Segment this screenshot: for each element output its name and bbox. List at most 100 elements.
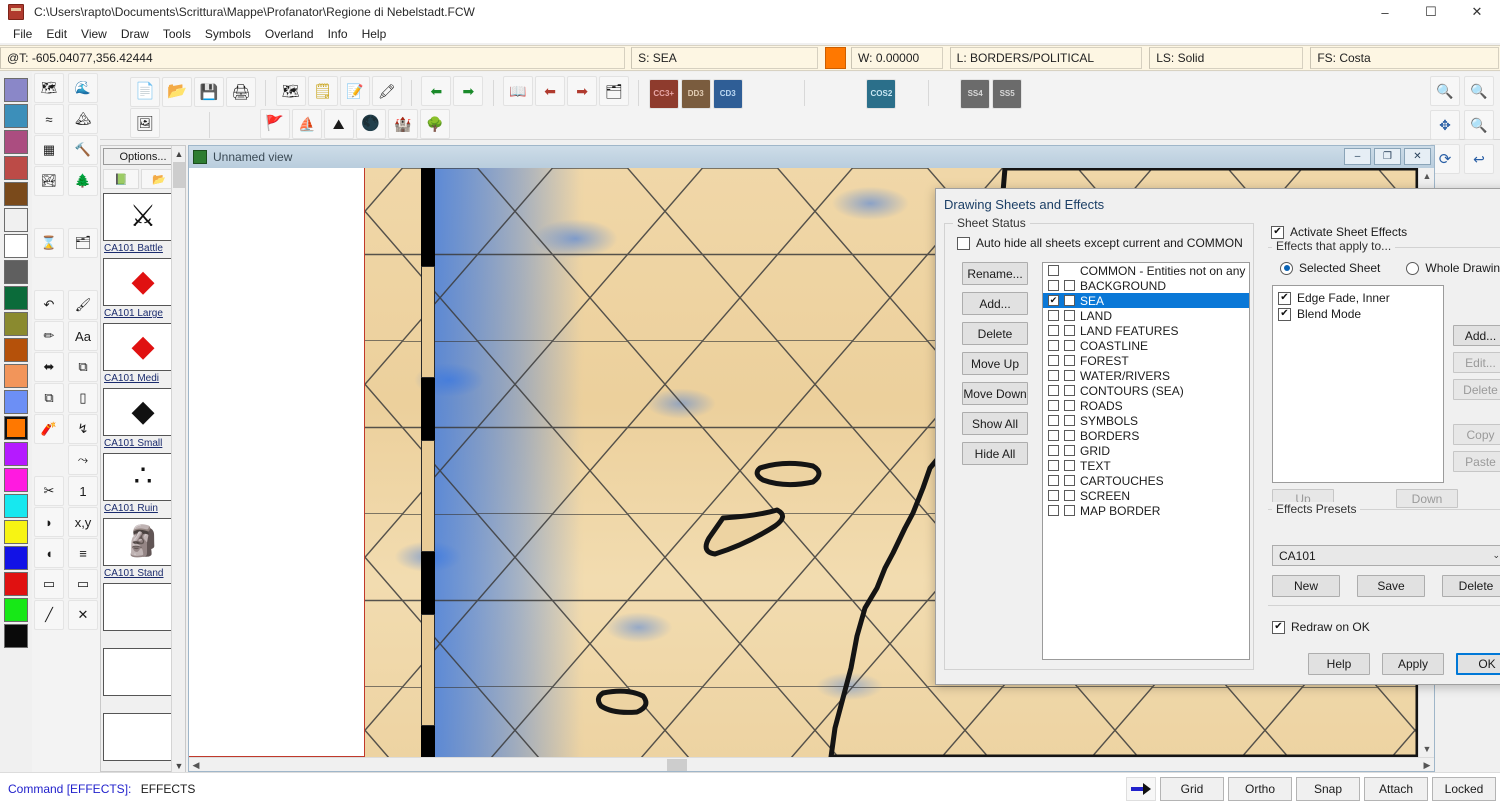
undo-icon[interactable]: ↶ (34, 290, 64, 320)
sheet-lock-checkbox-12[interactable] (1064, 445, 1075, 456)
effect-checkbox-0[interactable]: ✔ (1278, 291, 1291, 305)
sheet-row-6[interactable]: FOREST (1043, 353, 1249, 368)
color-swatch-21[interactable] (4, 624, 28, 648)
catalog-scroll-up-icon[interactable]: ▲ (172, 146, 186, 161)
ortho-toggle-button[interactable]: Ortho (1228, 777, 1292, 801)
catalog-open-icon[interactable]: 📖 (503, 76, 534, 106)
effect-row-1[interactable]: ✔ Blend Mode (1273, 306, 1443, 322)
fill-style-field[interactable]: FS: Costa (1310, 47, 1499, 69)
color-swatch-2[interactable] (4, 130, 28, 154)
map-settings-icon[interactable]: 🗺 (275, 76, 306, 106)
color-swatch-9[interactable] (4, 312, 28, 336)
box-icon[interactable]: ▭ (34, 569, 64, 599)
flag-symbol-icon[interactable]: 🚩 (259, 108, 290, 139)
preset-new-button[interactable]: New (1272, 575, 1340, 597)
sheet-row-1[interactable]: BACKGROUND (1043, 278, 1249, 293)
selected-sheet-radio[interactable] (1280, 261, 1293, 275)
whole-drawing-radio[interactable] (1406, 261, 1420, 275)
catalog-next-icon[interactable]: ➡ (567, 76, 598, 106)
sheet-hide-checkbox-11[interactable] (1048, 430, 1059, 441)
effect-delete-button[interactable]: Delete (1453, 379, 1500, 400)
sheet-row-16[interactable]: MAP BORDER (1043, 503, 1249, 518)
menu-item-view[interactable]: View (74, 25, 114, 43)
break-icon[interactable]: ◖ (34, 538, 64, 568)
sheet-hide-checkbox-2[interactable]: ✔ (1048, 295, 1059, 306)
map-view-restore-button[interactable]: ❐ (1374, 148, 1401, 165)
sheet-row-8[interactable]: CONTOURS (SEA) (1043, 383, 1249, 398)
sheet-lock-checkbox-1[interactable] (1064, 280, 1075, 291)
sheet-hide-checkbox-13[interactable] (1048, 460, 1059, 471)
redraw-on-ok-row[interactable]: ✔ Redraw on OK (1272, 620, 1370, 634)
sheet-lock-checkbox-8[interactable] (1064, 385, 1075, 396)
sheet-lock-checkbox-4[interactable] (1064, 325, 1075, 336)
sheet-row-9[interactable]: ROADS (1043, 398, 1249, 413)
map-view-close-button[interactable]: ✕ (1404, 148, 1431, 165)
sheet-move-down-button[interactable]: Move Down (962, 382, 1028, 405)
color-swatch-10[interactable] (4, 338, 28, 362)
fillet-icon[interactable]: ◗ (34, 507, 64, 537)
menu-item-draw[interactable]: Draw (114, 25, 156, 43)
print-icon[interactable]: 🖨 (226, 77, 256, 107)
menu-item-symbols[interactable]: Symbols (198, 25, 258, 43)
sheet-lock-checkbox-14[interactable] (1064, 475, 1075, 486)
command-line[interactable]: Command [EFFECTS]: EFFECTS (0, 782, 195, 796)
activate-effects-row[interactable]: ✔ Activate Sheet Effects (1271, 225, 1407, 239)
effects-preset-combo[interactable]: CA101 ⌄ (1272, 545, 1500, 566)
text-tool-icon[interactable]: 📝 (339, 76, 370, 106)
zoom-extents-icon[interactable]: ✥ (1430, 110, 1460, 140)
color-swatch-17[interactable] (4, 520, 28, 544)
map-view-minimize-button[interactable]: – (1344, 148, 1371, 165)
sheet-lock-checkbox-5[interactable] (1064, 340, 1075, 351)
menu-item-edit[interactable]: Edit (39, 25, 74, 43)
sheet-lock-checkbox-13[interactable] (1064, 460, 1075, 471)
scale-icon[interactable]: ▯ (68, 383, 98, 413)
color-swatch-19[interactable] (4, 572, 28, 596)
redraw-on-ok-checkbox[interactable]: ✔ (1272, 620, 1285, 634)
coords-icon[interactable]: x,y (68, 507, 98, 537)
minimize-button[interactable]: – (1362, 0, 1408, 24)
sheet-hide-checkbox-5[interactable] (1048, 340, 1059, 351)
notes-icon[interactable]: 🗒 (307, 76, 338, 106)
preset-save-button[interactable]: Save (1357, 575, 1425, 597)
landscape-icon[interactable]: 🏔 (68, 104, 98, 134)
tree-symbol-icon[interactable]: 🌳 (419, 108, 450, 139)
sheet-hide-all-button[interactable]: Hide All (962, 442, 1028, 465)
sheet-hide-checkbox-7[interactable] (1048, 370, 1059, 381)
sheet-lock-checkbox-6[interactable] (1064, 355, 1075, 366)
color-swatch-3[interactable] (4, 156, 28, 180)
sheet-lock-checkbox-15[interactable] (1064, 490, 1075, 501)
color-swatch-15[interactable] (4, 468, 28, 492)
zoom-previous-icon[interactable]: ↩ (1464, 144, 1494, 174)
menu-item-help[interactable]: Help (355, 25, 394, 43)
sheet-hide-checkbox-14[interactable] (1048, 475, 1059, 486)
sheet-hide-checkbox-6[interactable] (1048, 355, 1059, 366)
preset-delete-button[interactable]: Delete (1442, 575, 1500, 597)
sheet-hide-checkbox-8[interactable] (1048, 385, 1059, 396)
color-swatch-20[interactable] (4, 598, 28, 622)
history-search-icon[interactable]: ⌛ (34, 228, 64, 258)
ship-symbol-icon[interactable]: ⛵ (291, 108, 322, 139)
color-swatch-12[interactable] (4, 390, 28, 414)
sheet-list[interactable]: COMMON - Entities not on any sh BACKGROUN… (1042, 262, 1250, 660)
effect-paste-button[interactable]: Paste (1453, 451, 1500, 472)
sheet-row-3[interactable]: LAND (1043, 308, 1249, 323)
color-swatch-8[interactable] (4, 286, 28, 310)
dd3-icon[interactable]: DD3 (680, 79, 711, 109)
map-scroll-down-icon[interactable]: ▼ (1419, 741, 1434, 757)
sheet-row-13[interactable]: TEXT (1043, 458, 1249, 473)
effect-copy-button[interactable]: Copy (1453, 424, 1500, 445)
sheet-row-14[interactable]: CARTOUCHES (1043, 473, 1249, 488)
color-swatch-13[interactable] (4, 416, 28, 440)
sheet-row-5[interactable]: COASTLINE (1043, 338, 1249, 353)
menu-item-file[interactable]: File (6, 25, 39, 43)
sheet-hide-checkbox-4[interactable] (1048, 325, 1059, 336)
color-swatch-1[interactable] (4, 104, 28, 128)
trim-icon[interactable]: ✂ (34, 476, 64, 506)
help-button[interactable]: Help (1308, 653, 1370, 675)
grid-toggle-button[interactable]: Grid (1160, 777, 1224, 801)
sheet-lock-checkbox-7[interactable] (1064, 370, 1075, 381)
cc3plus-icon[interactable]: CC3+ (648, 79, 679, 109)
current-layer-field[interactable]: L: BORDERS/POLITICAL (949, 47, 1143, 69)
ss5-icon[interactable]: SS5 (992, 79, 1023, 109)
align-icon[interactable]: ≡ (68, 538, 98, 568)
